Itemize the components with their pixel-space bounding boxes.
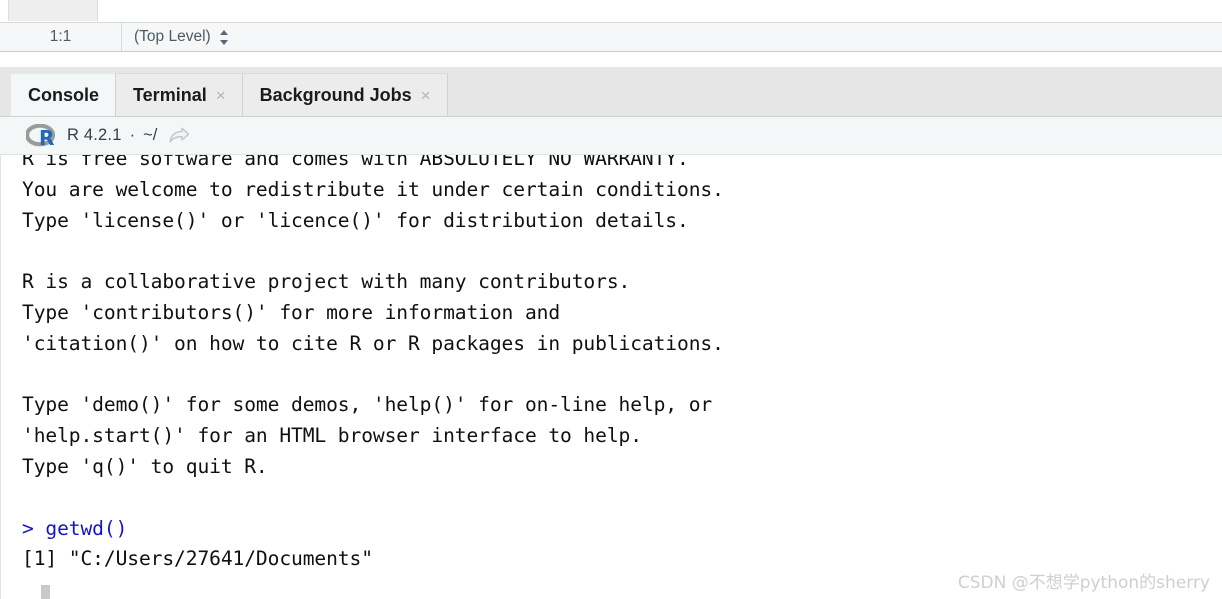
working-directory-label[interactable]: ~/: [143, 126, 157, 145]
tab-terminal[interactable]: Terminal ×: [116, 73, 243, 116]
console-line: R is a collaborative project with many c…: [22, 270, 631, 294]
console-line: Type 'contributors()' for more informati…: [22, 300, 561, 324]
up-down-triangles-icon: [219, 29, 229, 45]
open-in-new-window-icon[interactable]: [168, 126, 190, 146]
console-scroll-content: R is free software and comes with ABSOLU…: [1, 155, 1222, 575]
console-toolbar: R R 4.2.1 · ~/: [0, 117, 1222, 155]
tab-console-label: Console: [28, 84, 100, 105]
scope-selector[interactable]: (Top Level): [122, 23, 229, 51]
console-cursor: [41, 585, 50, 599]
tab-terminal-label: Terminal: [133, 84, 207, 105]
console-prompt-line: > getwd(): [22, 516, 128, 540]
scope-label: (Top Level): [134, 28, 211, 45]
tab-background-jobs[interactable]: Background Jobs ×: [242, 73, 448, 116]
editor-tab-stub[interactable]: [8, 0, 98, 21]
console-line: 'citation()' on how to cite R or R packa…: [22, 331, 724, 355]
svg-text:R: R: [39, 126, 54, 148]
console-line: Type 'q()' to quit R.: [22, 454, 268, 478]
cursor-position-indicator: 1:1: [0, 23, 122, 51]
close-icon[interactable]: ×: [216, 87, 226, 104]
editor-tab-strip: [0, 0, 1222, 22]
console-line: Type 'demo()' for some demos, 'help()' f…: [22, 393, 713, 417]
close-icon[interactable]: ×: [421, 87, 431, 104]
r-version-label: R 4.2.1: [67, 126, 122, 144]
console-line: 'help.start()' for an HTML browser inter…: [22, 424, 642, 448]
tab-background-jobs-label: Background Jobs: [259, 84, 412, 105]
console-line: You are welcome to redistribute it under…: [22, 177, 724, 201]
r-logo-icon: R: [26, 123, 57, 148]
console-line: Type 'license()' or 'licence()' for dist…: [22, 208, 689, 232]
tab-console[interactable]: Console: [11, 73, 117, 116]
editor-status-bar: 1:1 (Top Level): [0, 22, 1222, 52]
rstudio-console-pane: 1:1 (Top Level) Console Terminal × Backg…: [0, 0, 1222, 599]
console-output-area[interactable]: R is free software and comes with ABSOLU…: [0, 155, 1222, 599]
pane-tab-bar: Console Terminal × Background Jobs ×: [0, 67, 1222, 117]
console-line: R is free software and comes with ABSOLU…: [22, 155, 689, 170]
toolbar-separator: ·: [129, 126, 136, 144]
watermark: CSDN @不想学python的sherry: [957, 573, 1210, 593]
